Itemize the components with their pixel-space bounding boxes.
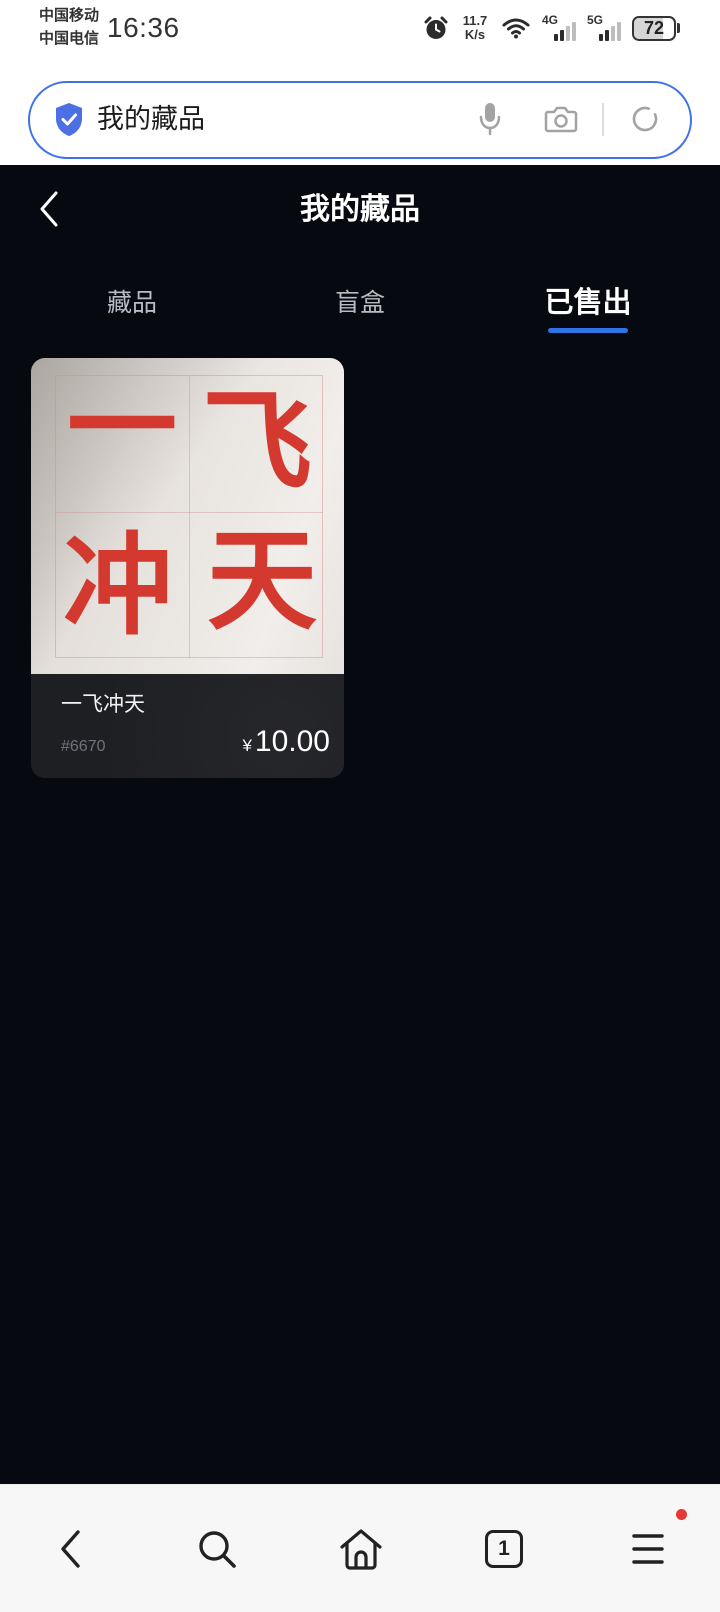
- status-indicators: 11.7 K/s 4G 5G 72: [423, 9, 680, 47]
- paper-grid-line: [189, 375, 190, 658]
- signal-5g-icon: 5G: [587, 14, 621, 42]
- home-icon[interactable]: [338, 1527, 384, 1571]
- paper-grid-line: [55, 512, 323, 513]
- item-serial: #6670: [61, 738, 106, 755]
- collection-card[interactable]: 一 飞 冲 天 一飞冲天 #6670 ¥10.00: [31, 358, 344, 778]
- battery-body: 72: [632, 15, 676, 41]
- tab-blind-box[interactable]: 盲盒: [280, 281, 440, 325]
- browser-bottom-nav: 1: [0, 1484, 720, 1612]
- carrier-info: 中国移动 中国电信: [39, 4, 99, 50]
- artwork-image: 一 飞 冲 天: [31, 358, 344, 674]
- signal-bar: [566, 26, 570, 41]
- alarm-icon: [423, 15, 449, 41]
- refresh-icon[interactable]: [629, 103, 661, 135]
- shield-check-icon: [54, 102, 84, 137]
- battery-nub: [677, 23, 680, 33]
- price-currency: ¥: [242, 736, 252, 755]
- tabs-icon[interactable]: 1: [485, 1530, 523, 1568]
- notification-dot: [676, 1509, 687, 1520]
- signal-bar: [605, 30, 609, 41]
- signal-bars: [599, 22, 621, 41]
- search-icon[interactable]: [195, 1527, 239, 1571]
- item-price: ¥10.00: [242, 725, 330, 764]
- artwork-glyph: 飞: [202, 377, 312, 506]
- mic-icon[interactable]: [479, 102, 501, 136]
- address-search-bar[interactable]: 我的藏品: [28, 81, 692, 159]
- battery-level: 72: [643, 17, 665, 38]
- artwork-glyph: 冲: [63, 521, 173, 650]
- artwork-glyph: 一: [67, 362, 177, 491]
- signal-bar: [554, 34, 558, 41]
- carrier-1-label: 中国移动: [39, 7, 100, 24]
- search-query-text[interactable]: 我的藏品: [97, 83, 205, 156]
- card-info: 一飞冲天 #6670 ¥10.00: [31, 674, 344, 778]
- signal-bars: [554, 22, 576, 41]
- tab-sold[interactable]: 已售出: [508, 281, 668, 325]
- price-amount: 10.00: [254, 725, 330, 758]
- item-name: 一飞冲天: [61, 693, 145, 716]
- tab-label: 盲盒: [334, 289, 385, 317]
- active-tab-indicator: [548, 328, 628, 333]
- carrier-2-label: 中国电信: [39, 30, 100, 47]
- status-bar: 中国移动 中国电信 16:36 11.7 K/s 4G 5G 72: [0, 0, 720, 62]
- tabs-count: 1: [498, 1537, 510, 1560]
- clock-time: 16:36: [107, 12, 180, 43]
- tab-label: 已售出: [544, 287, 632, 319]
- page-title: 我的藏品: [300, 193, 420, 226]
- signal-bar: [599, 34, 603, 41]
- camera-icon[interactable]: [544, 105, 578, 133]
- signal-bar: [617, 22, 621, 41]
- tab-collection[interactable]: 藏品: [52, 281, 212, 325]
- search-divider: [602, 103, 604, 136]
- signal-bar: [572, 22, 576, 41]
- signal-bar: [611, 26, 615, 41]
- net-speed-value: 11.7: [462, 13, 488, 28]
- signal-4g-icon: 4G: [542, 14, 576, 42]
- artwork-glyph: 天: [207, 516, 317, 645]
- battery-icon: 72: [632, 15, 680, 41]
- signal-bar: [560, 30, 564, 41]
- wifi-icon: [501, 16, 531, 40]
- net-speed: 11.7 K/s: [460, 14, 490, 42]
- page-content: 我的藏品 藏品 盲盒 已售出 一 飞 冲 天 一飞冲天 #6670 ¥10.00: [0, 165, 720, 1484]
- tab-label: 藏品: [106, 289, 157, 317]
- net-speed-unit: K/s: [464, 27, 486, 42]
- nav-back-icon[interactable]: [58, 1529, 82, 1569]
- menu-icon[interactable]: [632, 1533, 664, 1565]
